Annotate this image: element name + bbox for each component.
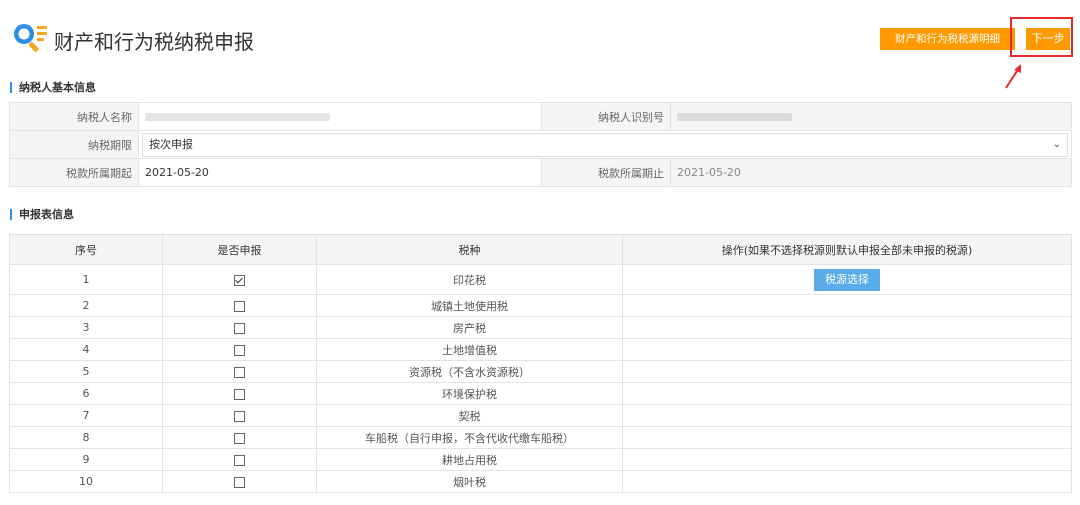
basic-info-section-title: 纳税人基本信息 <box>10 82 96 93</box>
table-row: 4 土地增值税 <box>9 338 1072 361</box>
declare-checkbox[interactable] <box>234 366 245 378</box>
declare-cell <box>162 294 317 317</box>
col-header-no: 序号 <box>9 234 163 265</box>
operation-cell: 税源选择 <box>622 264 1072 295</box>
declare-checkbox[interactable] <box>234 344 245 356</box>
declare-checkbox[interactable] <box>234 300 245 312</box>
declare-checkbox[interactable] <box>234 432 245 444</box>
operation-cell <box>622 338 1072 361</box>
operation-cell <box>622 294 1072 317</box>
table-row: 1 印花税 税源选择 <box>9 264 1072 295</box>
table-row: 8 车船税（自行申报，不含代收代缴车船税） <box>9 426 1072 449</box>
tax-type-cell: 车船税（自行申报，不含代收代缴车船税） <box>316 426 623 449</box>
operation-cell <box>622 316 1072 339</box>
row-number: 7 <box>9 404 163 427</box>
col-header-operation: 操作(如果不选择税源则默认申报全部未申报的税源) <box>622 234 1072 265</box>
row-number: 1 <box>9 264 163 295</box>
tax-type-cell: 资源税（不含水资源税） <box>316 360 623 383</box>
operation-cell <box>622 404 1072 427</box>
tax-type-cell: 印花税 <box>316 264 623 295</box>
tax-period-value: 按次申报 <box>149 137 193 151</box>
tax-type-cell: 城镇土地使用税 <box>316 294 623 317</box>
declare-cell <box>162 264 317 295</box>
operation-cell <box>622 360 1072 383</box>
taxpayer-info-table: 纳税人名称 纳税人识别号 纳税期限 按次申报 ⌄ 税款所属期起 2021-05-… <box>9 102 1072 187</box>
row-number: 6 <box>9 382 163 405</box>
operation-cell <box>622 470 1072 493</box>
row-number: 8 <box>9 426 163 449</box>
tax-type-cell: 烟叶税 <box>316 470 623 493</box>
period-start-value[interactable]: 2021-05-20 <box>138 158 542 187</box>
tax-type-cell: 土地增值税 <box>316 338 623 361</box>
tax-type-cell: 房产税 <box>316 316 623 339</box>
row-number: 2 <box>9 294 163 317</box>
operation-cell <box>622 382 1072 405</box>
tax-source-select-button[interactable]: 税源选择 <box>814 268 880 291</box>
operation-cell <box>622 426 1072 449</box>
table-row: 6 环境保护税 <box>9 382 1072 405</box>
table-row: 2 城镇土地使用税 <box>9 294 1072 317</box>
taxpayer-id-label: 纳税人识别号 <box>541 102 671 131</box>
row-number: 9 <box>9 448 163 471</box>
tax-type-cell: 环境保护税 <box>316 382 623 405</box>
search-list-icon <box>14 24 47 52</box>
declare-cell <box>162 338 317 361</box>
next-button[interactable]: 下一步 <box>1026 28 1070 50</box>
chevron-down-icon: ⌄ <box>1052 138 1061 150</box>
table-row: 7 契税 <box>9 404 1072 427</box>
row-number: 10 <box>9 470 163 493</box>
tax-type-cell: 契税 <box>316 404 623 427</box>
row-number: 3 <box>9 316 163 339</box>
period-end-value: 2021-05-20 <box>670 158 1072 187</box>
declare-cell <box>162 360 317 383</box>
declare-cell <box>162 470 317 493</box>
row-number: 5 <box>9 360 163 383</box>
row-number: 4 <box>9 338 163 361</box>
red-arrow-icon <box>1005 64 1021 89</box>
declare-checkbox[interactable] <box>234 410 245 422</box>
declare-cell <box>162 426 317 449</box>
table-row: 10 烟叶税 <box>9 470 1072 493</box>
taxpayer-name-label: 纳税人名称 <box>9 102 139 131</box>
tax-type-cell: 耕地占用税 <box>316 448 623 471</box>
operation-cell <box>622 448 1072 471</box>
taxpayer-id-value <box>670 102 1072 131</box>
declare-checkbox[interactable] <box>234 476 245 488</box>
declare-cell <box>162 382 317 405</box>
col-header-tax-type: 税种 <box>316 234 623 265</box>
declare-cell <box>162 448 317 471</box>
table-row: 9 耕地占用税 <box>9 448 1072 471</box>
table-row: 3 房产税 <box>9 316 1072 339</box>
period-start-label: 税款所属期起 <box>9 158 139 187</box>
declare-cell <box>162 404 317 427</box>
tax-period-cell: 按次申报 ⌄ <box>138 130 1072 159</box>
tax-period-select[interactable]: 按次申报 ⌄ <box>142 132 1068 157</box>
table-row: 5 资源税（不含水资源税） <box>9 360 1072 383</box>
page-header: 财产和行为税纳税申报 财产和行为税税源明细 下一步 <box>10 17 1076 58</box>
period-end-label: 税款所属期止 <box>541 158 671 187</box>
col-header-declare: 是否申报 <box>162 234 317 265</box>
tax-source-detail-button[interactable]: 财产和行为税税源明细 <box>880 28 1015 50</box>
page-title: 财产和行为税纳税申报 <box>54 30 254 54</box>
declaration-section-title: 申报表信息 <box>10 209 74 220</box>
declare-checkbox[interactable] <box>234 274 245 286</box>
declare-checkbox[interactable] <box>234 454 245 466</box>
declare-cell <box>162 316 317 339</box>
tax-period-label: 纳税期限 <box>9 130 139 159</box>
taxpayer-name-value <box>138 102 542 131</box>
declare-checkbox[interactable] <box>234 388 245 400</box>
declare-checkbox[interactable] <box>234 322 245 334</box>
declaration-table: 序号 是否申报 税种 操作(如果不选择税源则默认申报全部未申报的税源) 1 印花税… <box>9 234 1072 493</box>
